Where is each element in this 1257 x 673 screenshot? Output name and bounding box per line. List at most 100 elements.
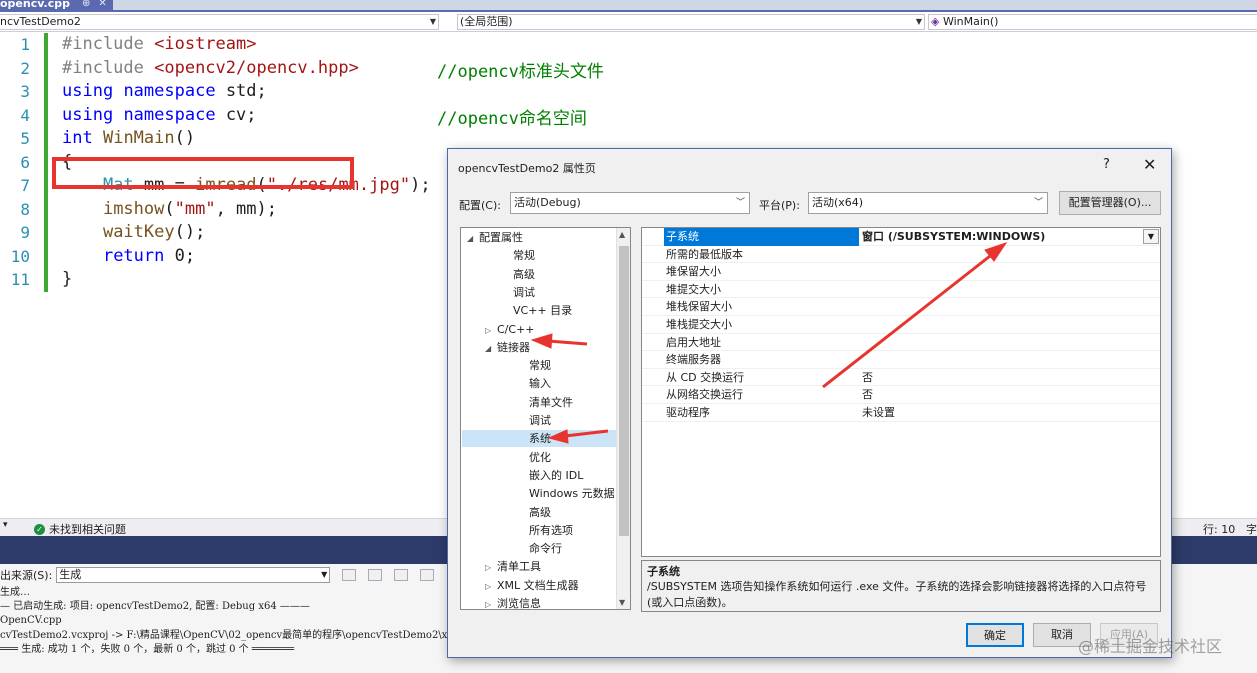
help-button[interactable]: ? xyxy=(1103,157,1110,172)
property-name: 堆保留大小 xyxy=(666,265,721,279)
tree-item[interactable]: ◢ 配置属性 xyxy=(461,229,523,246)
annotation-highlight-box xyxy=(52,157,354,189)
status-extra: 字 xyxy=(1246,523,1257,536)
project-dropdown[interactable]: ncvTestDemo2 ▼ xyxy=(0,14,439,30)
scope-dropdown[interactable]: (全局范围) ▼ xyxy=(457,14,925,30)
property-row[interactable]: 所需的最低版本 xyxy=(642,246,1160,264)
output-source-dropdown[interactable]: 生成 ▼ xyxy=(56,567,331,583)
tree-item[interactable]: 优化 xyxy=(461,449,551,466)
tree-item-label: 链接器 xyxy=(497,340,530,354)
zoom-dropdown-icon[interactable]: ▾ xyxy=(3,520,8,530)
tree-item-label: 输入 xyxy=(529,377,551,391)
tree-item[interactable]: 高级 xyxy=(461,266,535,283)
code-line-8: imshow("mm", mm); xyxy=(102,198,277,219)
property-row[interactable]: 从网络交换运行 否 xyxy=(642,386,1160,404)
file-tab[interactable]: opencv.cpp ⊕ ✕ xyxy=(0,0,113,10)
issues-status-label: 未找到相关问题 xyxy=(49,523,126,536)
code-comment-line-4: //opencv命名空间 xyxy=(437,108,587,129)
line-number: 1 xyxy=(20,35,30,54)
clear-all-icon[interactable] xyxy=(420,569,435,581)
dialog-title: opencvTestDemo2 属性页 xyxy=(458,162,596,175)
tree-item[interactable]: 所有选项 xyxy=(461,522,573,539)
line-number: 8 xyxy=(20,199,30,219)
expand-arrow-icon[interactable]: ▷ xyxy=(485,322,497,339)
line-number: 4 xyxy=(20,105,30,125)
expand-arrow-icon[interactable]: ▷ xyxy=(485,596,497,609)
property-row[interactable]: 驱动程序 未设置 xyxy=(642,404,1160,422)
description-body: /SUBSYSTEM 选项告知操作系统如何运行 .exe 文件。子系统的选择会影… xyxy=(647,580,1147,609)
tree-item[interactable]: 系统 xyxy=(462,430,617,448)
cursor-position: 行: 10 xyxy=(1203,523,1236,536)
tree-item-label: 嵌入的 IDL xyxy=(529,468,584,482)
line-number: 5 xyxy=(20,129,30,148)
property-row[interactable]: 堆栈保留大小 xyxy=(642,298,1160,316)
configuration-value: 活动(Debug) xyxy=(514,196,581,209)
tree-item[interactable]: 嵌入的 IDL xyxy=(461,467,583,484)
property-row[interactable]: 堆栈提交大小 xyxy=(642,316,1160,334)
project-dropdown-value: ncvTestDemo2 xyxy=(0,15,81,28)
tree-item[interactable]: 调试 xyxy=(461,412,551,429)
code-line-1: #include <iostream> xyxy=(62,34,257,54)
property-name: 启用大地址 xyxy=(666,335,721,349)
tree-item-label: VC++ 目录 xyxy=(513,304,573,318)
line-number-gutter: 1 2 3 4 5 6 7 8 9 10 11 xyxy=(0,33,30,292)
tree-item-label: 高级 xyxy=(513,267,535,281)
chevron-down-icon: ▼ xyxy=(429,17,436,26)
property-name: 终端服务器 xyxy=(666,353,721,367)
tree-item[interactable]: VC++ 目录 xyxy=(461,302,572,319)
chevron-down-icon: ﹀ xyxy=(735,198,745,208)
configuration-dropdown[interactable]: 活动(Debug) ﹀ xyxy=(510,192,750,214)
code-line-2: #include <opencv2/opencv.hpp> xyxy=(62,57,359,78)
tree-item-label: 清单文件 xyxy=(529,395,573,409)
platform-dropdown[interactable]: 活动(x64) ﹀ xyxy=(808,192,1048,214)
expand-arrow-icon[interactable]: ▷ xyxy=(485,559,497,576)
property-grid: 子系统 窗口 (/SUBSYSTEM:WINDOWS) ▼ 所需的最低版本 堆保留大小堆… xyxy=(641,227,1161,557)
tree-item[interactable]: ▷ 清单工具 xyxy=(461,558,541,575)
tree-item[interactable]: 清单文件 xyxy=(461,394,573,411)
tree-item[interactable]: 常规 xyxy=(461,247,535,264)
chevron-down-icon[interactable]: ▼ xyxy=(1143,229,1159,244)
close-button[interactable]: ✕ xyxy=(1143,155,1156,174)
property-row[interactable]: 启用大地址 xyxy=(642,334,1160,352)
tree-item[interactable]: 调试 xyxy=(461,284,535,301)
tree-item[interactable]: ▷ XML 文档生成器 xyxy=(461,577,579,594)
tree-item[interactable]: 输入 xyxy=(461,375,551,392)
tree-scrollbar[interactable]: ▲ ▼ xyxy=(616,228,630,609)
member-dropdown[interactable]: ◈ WinMain() xyxy=(928,14,1257,30)
property-value[interactable]: 窗口 (/SUBSYSTEM:WINDOWS) xyxy=(860,228,1160,246)
tree-item[interactable]: ◢ 链接器 xyxy=(461,339,530,356)
issues-status[interactable]: ✓ 未找到相关问题 xyxy=(34,521,126,537)
pin-icon[interactable]: ⊕ xyxy=(82,0,90,9)
property-row[interactable]: 终端服务器 xyxy=(642,351,1160,369)
property-name: 所需的最低版本 xyxy=(666,247,743,261)
expand-arrow-icon[interactable]: ▷ xyxy=(485,578,497,595)
tree-item-label: 常规 xyxy=(529,359,551,373)
collapse-arrow-icon[interactable]: ◢ xyxy=(467,230,479,247)
line-number: 6 xyxy=(20,152,30,172)
property-name: 驱动程序 xyxy=(666,406,710,419)
tree-item-label: 调试 xyxy=(513,285,535,299)
tree-item[interactable]: ▷ C/C++ xyxy=(461,321,535,338)
configuration-manager-button[interactable]: 配置管理器(O)... xyxy=(1059,191,1161,215)
tree-item[interactable]: 命令行 xyxy=(461,540,562,557)
collapse-arrow-icon[interactable]: ◢ xyxy=(485,340,497,357)
previous-message-icon[interactable] xyxy=(368,569,383,581)
property-row[interactable]: 堆提交大小 xyxy=(642,281,1160,299)
code-line-4: using namespace cv; xyxy=(62,104,257,125)
find-message-icon[interactable] xyxy=(342,569,357,581)
tree-item[interactable]: 常规 xyxy=(461,357,551,374)
code-line-10: return 0; xyxy=(102,245,196,266)
tree-item[interactable]: Windows 元数据 xyxy=(461,485,615,502)
property-row[interactable]: 堆保留大小 xyxy=(642,263,1160,281)
scroll-up-icon[interactable]: ▲ xyxy=(619,230,625,239)
tree-item[interactable]: ▷ 浏览信息 xyxy=(461,595,541,609)
description-title: 子系统 xyxy=(647,565,680,578)
scroll-down-icon[interactable]: ▼ xyxy=(619,598,625,607)
close-icon[interactable]: ✕ xyxy=(98,0,106,9)
tree-scrollbar-thumb[interactable] xyxy=(619,246,629,536)
property-row[interactable]: 子系统 窗口 (/SUBSYSTEM:WINDOWS) ▼ xyxy=(642,228,1160,246)
ok-button[interactable]: 确定 xyxy=(966,623,1024,647)
property-row[interactable]: 从 CD 交换运行 否 xyxy=(642,369,1160,387)
next-message-icon[interactable] xyxy=(394,569,409,581)
tree-item[interactable]: 高级 xyxy=(461,504,551,521)
